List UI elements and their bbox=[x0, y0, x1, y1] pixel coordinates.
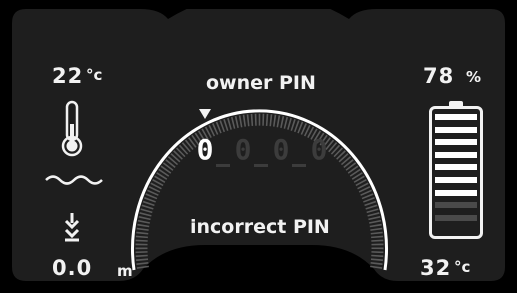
battery-segment bbox=[435, 202, 477, 209]
depth-unit: m bbox=[117, 262, 133, 280]
depth-value: 0.0 bbox=[52, 256, 93, 280]
battery-segment bbox=[435, 189, 477, 196]
water-waves-icon bbox=[45, 175, 103, 185]
temperature-unit: °c bbox=[86, 66, 103, 84]
battery-segment bbox=[435, 139, 477, 146]
battery-segment bbox=[435, 126, 477, 133]
battery-segment bbox=[435, 214, 477, 221]
pin-title: owner PIN bbox=[206, 72, 316, 94]
thermometer-icon bbox=[61, 100, 83, 157]
pin-separator bbox=[216, 164, 230, 167]
battery-segment bbox=[435, 151, 477, 158]
battery-segment bbox=[435, 114, 477, 120]
battery-segment bbox=[435, 164, 477, 171]
pin-digit-2[interactable]: 0 bbox=[232, 133, 254, 167]
battery-segment bbox=[435, 177, 477, 183]
pin-digit-3[interactable]: 0 bbox=[270, 133, 292, 167]
water-temperature-value: 32 bbox=[420, 256, 452, 280]
battery-value: 78 bbox=[423, 64, 455, 88]
pin-separator bbox=[254, 164, 268, 167]
battery-unit: % bbox=[466, 68, 482, 86]
pin-digit-1[interactable]: 0 bbox=[194, 133, 216, 167]
dive-computer-screen: 22 °c 0.0 m owner PIN 0 0 0 0 incorrect … bbox=[0, 0, 517, 293]
pin-status: incorrect PIN bbox=[190, 216, 330, 238]
pin-digit-4[interactable]: 0 bbox=[308, 133, 330, 167]
pin-separator bbox=[292, 164, 306, 167]
descent-arrow-icon bbox=[64, 213, 80, 242]
water-temperature-unit: °c bbox=[454, 258, 471, 276]
cursor-down-triangle-icon bbox=[199, 109, 211, 119]
temperature-value: 22 bbox=[52, 64, 84, 88]
